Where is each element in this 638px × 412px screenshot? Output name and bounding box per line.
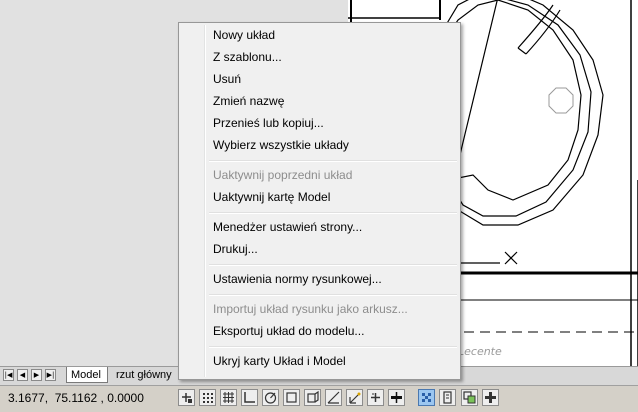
3d-object-snap-icon[interactable] bbox=[304, 389, 321, 406]
polar-tracking-icon[interactable] bbox=[262, 389, 279, 406]
layout-context-menu: Nowy układ Z szablonu... Usuń Zmień nazw… bbox=[178, 22, 461, 380]
menu-item-page-setup-manager[interactable]: Menedżer ustawień strony... bbox=[181, 216, 458, 238]
menu-item-delete[interactable]: Usuń bbox=[181, 68, 458, 90]
infer-constraints-icon[interactable] bbox=[178, 389, 195, 406]
dynamic-input-icon[interactable] bbox=[367, 389, 384, 406]
menu-item-export-layout-to-model[interactable]: Eksportuj układ do modelu... bbox=[181, 320, 458, 342]
menu-item-select-all-layouts[interactable]: Wybierz wszystkie układy bbox=[181, 134, 458, 156]
menu-separator bbox=[209, 160, 457, 162]
menu-item-drafting-standard-settings[interactable]: Ustawienia normy rysunkowej... bbox=[181, 268, 458, 290]
ortho-mode-icon[interactable] bbox=[241, 389, 258, 406]
coordinates-readout: 3.1677, 75.1162 , 0.0000 bbox=[8, 391, 144, 405]
first-tab-button[interactable]: |◀ bbox=[3, 369, 14, 381]
menu-item-import-layout-as-sheet: Importuj układ rysunku jako arkusz... bbox=[213, 302, 408, 316]
menu-separator bbox=[209, 264, 457, 266]
drawing-partial-text: Lecente bbox=[458, 345, 502, 358]
object-snap-tracking-icon[interactable] bbox=[325, 389, 342, 406]
dynamic-ucs-icon[interactable] bbox=[346, 389, 363, 406]
menu-item-move-or-copy[interactable]: Przenieś lub kopiuj... bbox=[181, 112, 458, 134]
previous-tab-button[interactable]: ◀ bbox=[17, 369, 28, 381]
lineweight-icon[interactable] bbox=[388, 389, 405, 406]
menu-item-activate-previous-layout: Uaktywnij poprzedni układ bbox=[213, 168, 353, 182]
menu-item-plot[interactable]: Drukuj... bbox=[181, 238, 458, 260]
transparency-icon[interactable] bbox=[418, 389, 435, 406]
menu-item-rename[interactable]: Zmień nazwę bbox=[181, 90, 458, 112]
menu-separator bbox=[209, 294, 457, 296]
annotation-monitor-icon[interactable] bbox=[482, 389, 499, 406]
menu-item-from-template[interactable]: Z szablonu... bbox=[181, 46, 458, 68]
next-tab-button[interactable]: ▶ bbox=[31, 369, 42, 381]
status-bar: 3.1677, 75.1162 , 0.0000 bbox=[0, 385, 638, 412]
grid-display-icon[interactable] bbox=[220, 389, 237, 406]
last-tab-button[interactable]: ▶| bbox=[45, 369, 56, 381]
tab-layout[interactable]: rzut główny bbox=[112, 367, 178, 383]
snap-mode-icon[interactable] bbox=[199, 389, 216, 406]
menu-separator bbox=[209, 212, 457, 214]
selection-cycling-icon[interactable] bbox=[461, 389, 478, 406]
menu-item-activate-model-tab[interactable]: Uaktywnij kartę Model bbox=[181, 186, 458, 208]
menu-item-new-layout[interactable]: Nowy układ bbox=[181, 24, 458, 46]
quick-properties-icon[interactable] bbox=[439, 389, 456, 406]
object-snap-icon[interactable] bbox=[283, 389, 300, 406]
menu-item-hide-layout-and-model-tabs[interactable]: Ukryj karty Układ i Model bbox=[181, 350, 458, 372]
tab-model[interactable]: Model bbox=[66, 367, 108, 383]
menu-separator bbox=[209, 346, 457, 348]
